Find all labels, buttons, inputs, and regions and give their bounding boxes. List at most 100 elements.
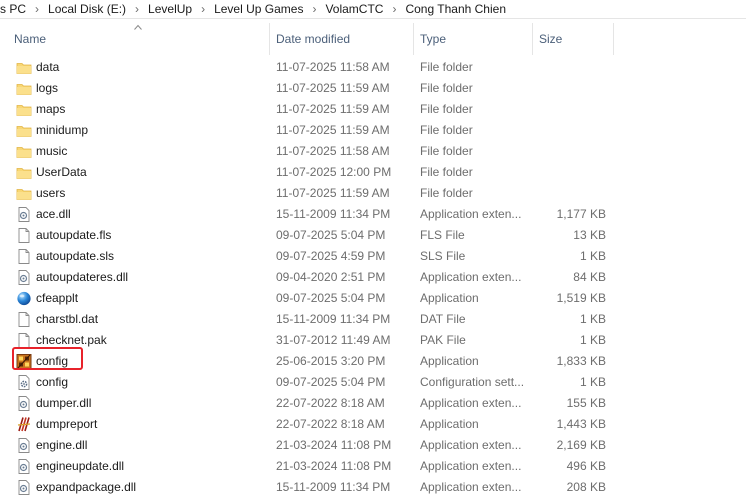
file-type: File folder	[420, 165, 473, 179]
file-row[interactable]: users 11-07-2025 11:59 AM File folder	[0, 183, 746, 204]
file-date-modified: 21-03-2024 11:08 PM	[276, 459, 392, 473]
file-icon	[16, 248, 32, 265]
file-name: dumper.dll	[36, 396, 92, 410]
folder-icon	[16, 122, 32, 139]
chevron-right-icon[interactable]: ›	[26, 1, 48, 17]
file-name: maps	[36, 102, 66, 116]
file-date-modified: 11-07-2025 11:58 AM	[276, 144, 390, 158]
chevron-right-icon[interactable]: ›	[192, 1, 214, 17]
dll-icon	[16, 437, 32, 454]
file-size: 155 KB	[566, 396, 606, 410]
file-size	[530, 78, 606, 99]
file-row[interactable]: autoupdate.sls 09-07-2025 4:59 PM SLS File…	[0, 246, 746, 267]
dll-icon	[16, 458, 32, 475]
file-icon	[16, 311, 32, 328]
file-date-modified: 11-07-2025 11:58 AM	[276, 60, 390, 74]
file-date-modified: 15-11-2009 11:34 PM	[276, 207, 391, 221]
breadcrumb-item[interactable]: LevelUp	[148, 1, 192, 17]
file-size	[530, 57, 606, 78]
file-size: 1 KB	[579, 249, 606, 263]
file-icon	[16, 332, 32, 349]
dumpreport-app-icon	[16, 416, 32, 433]
file-row[interactable]: minidump 11-07-2025 11:59 AM File folder	[0, 120, 746, 141]
breadcrumb-item[interactable]: s PC	[0, 1, 26, 17]
file-size: 1,443 KB	[556, 417, 606, 431]
file-name: engine.dll	[36, 438, 88, 452]
column-header-type[interactable]: Type	[414, 19, 532, 59]
file-row[interactable]: UserData 11-07-2025 12:00 PM File folder	[0, 162, 746, 183]
breadcrumb-item[interactable]: Level Up Games	[214, 1, 303, 17]
file-size: 13 KB	[573, 228, 606, 242]
column-header-date[interactable]: Date modified	[270, 19, 413, 59]
file-name: autoupdate.fls	[36, 228, 112, 242]
file-date-modified: 11-07-2025 11:59 AM	[276, 102, 390, 116]
file-name: cfeapplt	[36, 291, 79, 305]
file-row[interactable]: config 25-06-2015 3:20 PM Application 1,833…	[0, 351, 746, 372]
file-date-modified: 11-07-2025 11:59 AM	[276, 123, 390, 137]
dll-icon	[16, 269, 32, 286]
file-row[interactable]: charstbl.dat 15-11-2009 11:34 PM DAT File 1…	[0, 309, 746, 330]
file-date-modified: 09-07-2025 4:59 PM	[276, 249, 386, 263]
globe-app-icon	[16, 290, 32, 307]
file-date-modified: 15-11-2009 11:34 PM	[276, 312, 391, 326]
file-type: Application	[420, 417, 479, 431]
file-row[interactable]: checknet.pak 31-07-2012 11:49 AM PAK File 1…	[0, 330, 746, 351]
file-size: 208 KB	[566, 480, 606, 494]
file-row[interactable]: config 09-07-2025 5:04 PM Configuration se…	[0, 372, 746, 393]
chevron-right-icon[interactable]: ›	[383, 1, 405, 17]
column-header-name[interactable]: Name	[8, 19, 270, 59]
file-row[interactable]: data 11-07-2025 11:58 AM File folder	[0, 57, 746, 78]
file-type: Application exten...	[420, 480, 522, 494]
file-row[interactable]: expandpackage.dll 15-11-2009 11:34 PM Appl…	[0, 477, 746, 498]
file-name: checknet.pak	[36, 333, 107, 347]
file-size: 1,833 KB	[556, 354, 606, 368]
file-type: File folder	[420, 81, 473, 95]
file-type: FLS File	[420, 228, 465, 242]
file-date-modified: 15-11-2009 11:34 PM	[276, 480, 391, 494]
file-row[interactable]: dumper.dll 22-07-2022 8:18 AM Application …	[0, 393, 746, 414]
file-row[interactable]: cfeapplt 09-07-2025 5:04 PM Application 1,5…	[0, 288, 746, 309]
file-size: 1 KB	[579, 312, 606, 326]
file-date-modified: 22-07-2022 8:18 AM	[276, 417, 385, 431]
file-name: expandpackage.dll	[36, 480, 137, 494]
file-name: autoupdateres.dll	[36, 270, 129, 284]
file-name: music	[36, 144, 68, 158]
file-row[interactable]: ace.dll 15-11-2009 11:34 PM Application ex…	[0, 204, 746, 225]
file-row[interactable]: engine.dll 21-03-2024 11:08 PM Application…	[0, 435, 746, 456]
file-size: 2,169 KB	[556, 438, 606, 452]
file-type: SLS File	[420, 249, 466, 263]
file-date-modified: 31-07-2012 11:49 AM	[276, 333, 391, 347]
breadcrumb-item[interactable]: Local Disk (E:)	[48, 1, 126, 17]
breadcrumb-item[interactable]: VolamCTC	[325, 1, 383, 17]
file-name: engineupdate.dll	[36, 459, 125, 473]
file-type: File folder	[420, 60, 473, 74]
breadcrumb: s PC › Local Disk (E:) › LevelUp › Level Up Ga…	[0, 1, 506, 17]
file-row[interactable]: dumpreport 22-07-2022 8:18 AM Application 1…	[0, 414, 746, 435]
file-row[interactable]: autoupdateres.dll 09-04-2020 2:51 PM Appli…	[0, 267, 746, 288]
file-type: Application exten...	[420, 207, 522, 221]
file-size	[530, 120, 606, 141]
file-row[interactable]: logs 11-07-2025 11:59 AM File folder	[0, 78, 746, 99]
file-row[interactable]: autoupdate.fls 09-07-2025 5:04 PM FLS File…	[0, 225, 746, 246]
file-type: Configuration sett...	[420, 375, 525, 389]
file-size: 1,177 KB	[556, 207, 606, 221]
file-date-modified: 09-07-2025 5:04 PM	[276, 228, 386, 242]
file-row[interactable]: engineupdate.dll 21-03-2024 11:08 PM Appli…	[0, 456, 746, 477]
file-date-modified: 11-07-2025 11:59 AM	[276, 186, 390, 200]
file-icon	[16, 227, 32, 244]
column-divider[interactable]	[613, 23, 614, 55]
breadcrumb-item[interactable]: Cong Thanh Chien	[405, 1, 506, 17]
file-row[interactable]: music 11-07-2025 11:58 AM File folder	[0, 141, 746, 162]
address-bar[interactable]: s PC › Local Disk (E:) › LevelUp › Level Up Ga…	[0, 0, 746, 19]
file-size	[530, 99, 606, 120]
chevron-right-icon[interactable]: ›	[126, 1, 148, 17]
file-name: dumpreport	[36, 417, 98, 431]
column-header-size[interactable]: Size	[533, 19, 613, 59]
chevron-right-icon[interactable]: ›	[303, 1, 325, 17]
file-size: 1,519 KB	[556, 291, 606, 305]
file-row[interactable]: maps 11-07-2025 11:59 AM File folder	[0, 99, 746, 120]
file-date-modified: 11-07-2025 12:00 PM	[276, 165, 392, 179]
file-type: DAT File	[420, 312, 466, 326]
file-type: Application exten...	[420, 438, 522, 452]
file-size	[530, 141, 606, 162]
